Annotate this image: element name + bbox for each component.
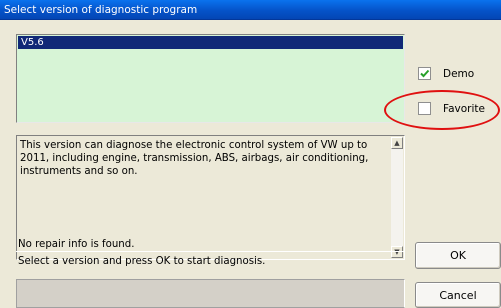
checkmark-icon bbox=[420, 69, 430, 78]
bottom-panel bbox=[16, 279, 405, 308]
title-bar: Select version of diagnostic program bbox=[0, 0, 501, 20]
description-text: This version can diagnose the electronic… bbox=[20, 140, 369, 177]
version-list[interactable]: V5.6 bbox=[16, 34, 405, 123]
window-title: Select version of diagnostic program bbox=[4, 4, 198, 16]
repair-info-status: No repair info is found. bbox=[16, 238, 405, 252]
ok-button[interactable]: OK bbox=[415, 242, 501, 269]
checkbox-box[interactable] bbox=[418, 102, 431, 115]
version-label: V5.6 bbox=[21, 37, 44, 48]
cancel-button[interactable]: Cancel bbox=[415, 282, 501, 308]
hint-text: Select a version and press OK to start d… bbox=[18, 256, 266, 267]
version-list-item[interactable]: V5.6 bbox=[18, 36, 403, 49]
checkbox-box[interactable] bbox=[418, 67, 431, 80]
demo-label: Demo bbox=[443, 68, 475, 80]
arrow-up-icon[interactable]: ▲ bbox=[391, 137, 403, 149]
favorite-label: Favorite bbox=[443, 103, 485, 115]
demo-checkbox[interactable]: Demo bbox=[418, 66, 498, 82]
favorite-checkbox[interactable]: Favorite bbox=[418, 101, 498, 117]
